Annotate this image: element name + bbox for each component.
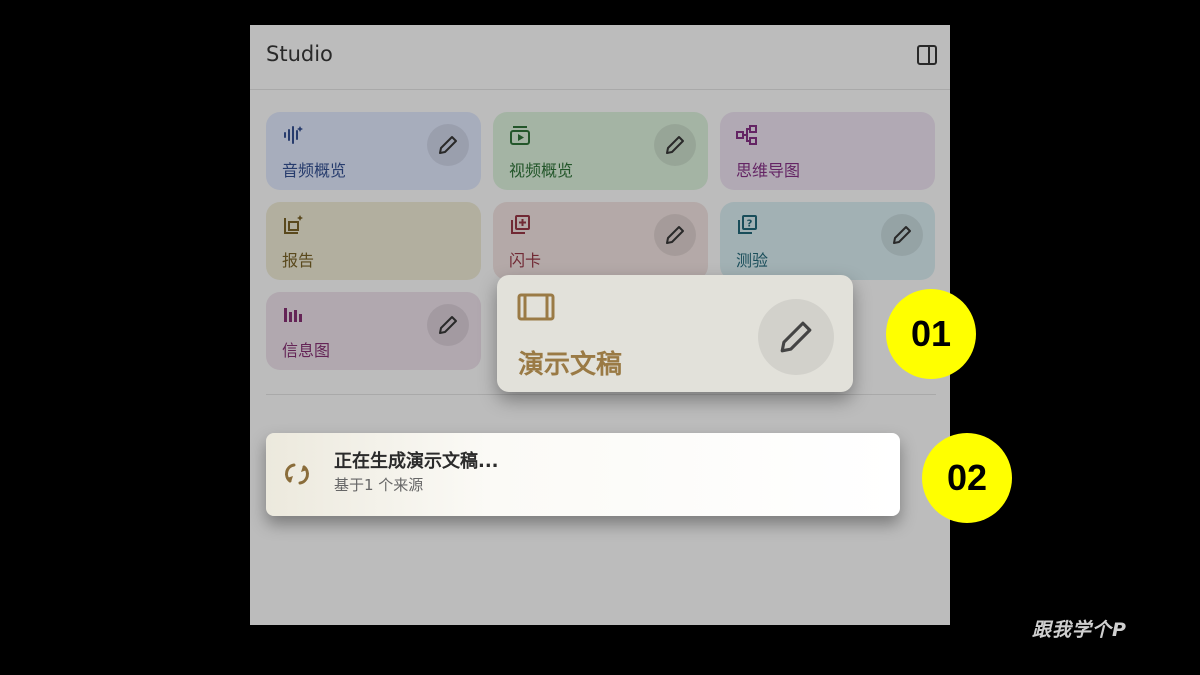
sync-icon [282, 459, 312, 493]
pencil-icon [780, 321, 812, 353]
edit-button[interactable] [881, 214, 923, 256]
svg-text:?: ? [747, 219, 753, 230]
step-badge-01: 01 [886, 289, 976, 379]
tile-video-overview[interactable]: 视频概览 [493, 112, 708, 190]
tile-report[interactable]: 报告 [266, 202, 481, 280]
watermark-logo: 跟我学个P [1032, 619, 1127, 641]
report-sparkle-icon [282, 214, 304, 236]
tile-label: 音频概览 [282, 161, 347, 180]
tile-label: 视频概览 [509, 161, 574, 180]
edit-button[interactable] [758, 299, 834, 375]
split-panel-icon[interactable] [916, 44, 938, 66]
studio-header: Studio [250, 25, 950, 90]
tile-label: 信息图 [282, 341, 331, 360]
slides-icon [517, 293, 555, 325]
step-badge-02: 02 [922, 433, 1012, 523]
audio-waveform-icon [282, 124, 304, 146]
tile-flashcards[interactable]: 闪卡 [493, 202, 708, 280]
edit-button[interactable] [654, 214, 696, 256]
generating-subtitle: 基于1 个来源 [334, 476, 424, 494]
tile-label: 测验 [736, 251, 769, 270]
tile-label: 闪卡 [509, 251, 542, 270]
pencil-icon [439, 316, 457, 334]
pencil-icon [666, 226, 684, 244]
generating-title: 正在生成演示文稿... [334, 451, 499, 472]
tile-audio-overview[interactable]: 音频概览 [266, 112, 481, 190]
edit-button[interactable] [427, 124, 469, 166]
flashcard-icon [509, 214, 531, 236]
tile-quiz[interactable]: ? 测验 [720, 202, 935, 280]
pencil-icon [666, 136, 684, 154]
tile-label: 思维导图 [736, 161, 801, 180]
slides-tile-highlight[interactable]: 演示文稿 [497, 275, 853, 392]
tile-label: 报告 [282, 251, 315, 270]
divider [266, 394, 936, 395]
generating-status-card: 正在生成演示文稿... 基于1 个来源 [266, 433, 900, 516]
edit-button[interactable] [654, 124, 696, 166]
quiz-icon: ? [736, 214, 758, 236]
video-play-icon [509, 124, 531, 146]
tile-mind-map[interactable]: 思维导图 [720, 112, 935, 190]
infographic-bars-icon [282, 304, 304, 326]
panel-title: Studio [266, 42, 333, 66]
mind-map-icon [736, 124, 758, 146]
pencil-icon [893, 226, 911, 244]
tile-infographic[interactable]: 信息图 [266, 292, 481, 370]
edit-button[interactable] [427, 304, 469, 346]
pencil-icon [439, 136, 457, 154]
slides-label: 演示文稿 [518, 350, 623, 380]
